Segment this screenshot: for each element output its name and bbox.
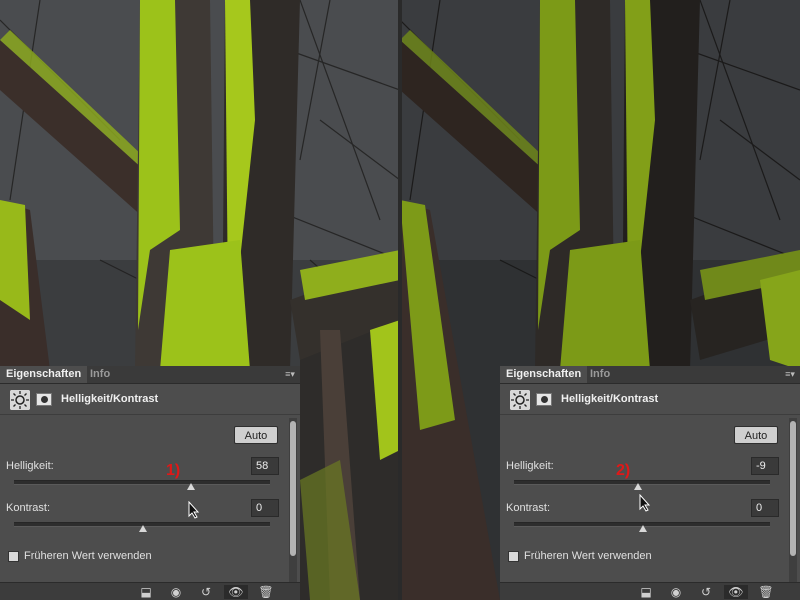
contrast-label: Kontrast: <box>6 502 51 514</box>
brightness-slider-thumb[interactable] <box>634 483 642 490</box>
legacy-checkbox[interactable] <box>8 551 19 562</box>
view-previous-icon[interactable]: ◉ <box>168 585 184 599</box>
panel-bottom-toolbar: ⬓ ◉ ↺ 👁 🗑 <box>500 582 800 600</box>
legacy-checkbox[interactable] <box>508 551 519 562</box>
brightness-slider-track[interactable] <box>14 480 270 485</box>
contrast-slider-thumb[interactable] <box>139 525 147 532</box>
annotation-1: 1) <box>166 462 181 479</box>
tab-eigenschaften[interactable]: Eigenschaften <box>0 366 88 383</box>
brightness-value-input[interactable]: 58 <box>251 457 279 475</box>
panel-tabs: Eigenschaften Info ≡▾ <box>0 366 300 384</box>
annotation-2: 2) <box>616 462 631 479</box>
trash-icon[interactable]: 🗑 <box>758 585 774 599</box>
panel-tabs: Eigenschaften Info ≡▾ <box>500 366 800 384</box>
brightness-slider-thumb[interactable] <box>187 483 195 490</box>
contrast-value-input[interactable]: 0 <box>751 499 779 517</box>
clip-to-layer-icon[interactable]: ⬓ <box>638 585 654 599</box>
contrast-value-input[interactable]: 0 <box>251 499 279 517</box>
adjustment-title: Helligkeit/Kontrast <box>61 393 159 405</box>
trash-icon[interactable]: 🗑 <box>258 585 274 599</box>
panel-scrollbar[interactable] <box>789 418 797 586</box>
comparison-divider <box>398 0 402 600</box>
comparison-left: Eigenschaften Info ≡▾ Helligkeit/Kontras… <box>0 0 400 600</box>
contrast-slider-thumb[interactable] <box>639 525 647 532</box>
tab-eigenschaften[interactable]: Eigenschaften <box>500 366 588 383</box>
brightness-label: Helligkeit: <box>506 460 554 472</box>
scrollbar-thumb[interactable] <box>290 421 296 556</box>
tab-info[interactable]: Info <box>84 366 116 383</box>
reset-icon[interactable]: ↺ <box>198 585 214 599</box>
auto-button[interactable]: Auto <box>734 426 778 444</box>
panel-scrollbar[interactable] <box>289 418 297 586</box>
adjustment-header: Helligkeit/Kontrast <box>500 384 800 415</box>
brightness-slider-track[interactable] <box>514 480 770 485</box>
mouse-cursor-icon <box>188 501 200 519</box>
legacy-label: Früheren Wert verwenden <box>524 550 652 562</box>
comparison-right: Eigenschaften Info ≡▾ Helligkeit/Kontras… <box>400 0 800 600</box>
properties-panel: Eigenschaften Info ≡▾ Helligkeit/Kontras… <box>500 366 800 600</box>
panel-menu-icon[interactable]: ≡▾ <box>284 368 296 380</box>
brightness-label: Helligkeit: <box>6 460 54 472</box>
panel-menu-icon[interactable]: ≡▾ <box>784 368 796 380</box>
contrast-label: Kontrast: <box>506 502 551 514</box>
auto-button[interactable]: Auto <box>234 426 278 444</box>
view-previous-icon[interactable]: ◉ <box>668 585 684 599</box>
layer-mask-icon[interactable] <box>36 393 52 406</box>
sun-icon <box>510 390 530 410</box>
brightness-value-input[interactable]: -9 <box>751 457 779 475</box>
adjustment-title: Helligkeit/Kontrast <box>561 393 659 405</box>
panel-bottom-toolbar: ⬓ ◉ ↺ 👁 🗑 <box>0 582 300 600</box>
sun-icon <box>10 390 30 410</box>
clip-to-layer-icon[interactable]: ⬓ <box>138 585 154 599</box>
visibility-eye-icon[interactable]: 👁 <box>724 585 748 599</box>
scrollbar-thumb[interactable] <box>790 421 796 556</box>
adjustment-header: Helligkeit/Kontrast <box>0 384 300 415</box>
visibility-eye-icon[interactable]: 👁 <box>224 585 248 599</box>
mouse-cursor-icon <box>639 494 651 512</box>
properties-panel: Eigenschaften Info ≡▾ Helligkeit/Kontras… <box>0 366 300 600</box>
tab-info[interactable]: Info <box>584 366 616 383</box>
legacy-label: Früheren Wert verwenden <box>24 550 152 562</box>
layer-mask-icon[interactable] <box>536 393 552 406</box>
reset-icon[interactable]: ↺ <box>698 585 714 599</box>
